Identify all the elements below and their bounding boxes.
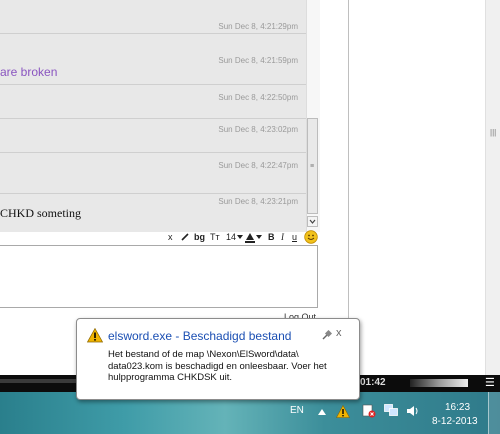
window-scrollbar[interactable]: ||| (485, 0, 500, 380)
message-timestamp: Sun Dec 8, 4:22:50pm (218, 93, 298, 102)
playback-time: 01:42 (360, 377, 386, 388)
network-icon[interactable] (384, 404, 399, 418)
text-color-icon[interactable] (245, 232, 255, 243)
grip-icon: ≡ (310, 163, 315, 170)
pen-icon[interactable] (180, 232, 190, 242)
message-timestamp: Sun Dec 8, 4:21:59pm (218, 56, 298, 65)
chat-message: Sun Dec 8, 4:22:47pm (0, 153, 306, 194)
notification-title: elsword.exe - Beschadigd bestand (108, 329, 292, 343)
message-timestamp: Sun Dec 8, 4:23:02pm (218, 125, 298, 134)
italic-button[interactable]: I (281, 230, 284, 244)
warning-icon (87, 328, 103, 343)
message-text[interactable]: are broken (0, 65, 57, 79)
chat-message: Sun Dec 8, 4:21:59pm are broken (0, 34, 306, 85)
scroll-down-button[interactable] (307, 216, 318, 227)
message-text: CHKD someting (0, 206, 81, 220)
message-input[interactable] (0, 245, 318, 308)
volume-icon[interactable] (406, 404, 420, 418)
font-size-select[interactable]: 14 (226, 230, 236, 244)
warning-icon[interactable] (336, 405, 350, 418)
emoji-icon[interactable] (304, 230, 318, 244)
bold-button[interactable]: B (268, 230, 275, 244)
show-hidden-icons-icon[interactable] (318, 409, 326, 415)
message-timestamp: Sun Dec 8, 4:22:47pm (218, 161, 298, 170)
chat-pane: Sun Dec 8, 4:21:29pm Sun Dec 8, 4:21:59p… (0, 0, 320, 232)
background-color-button[interactable]: bg (194, 230, 205, 244)
grip-icon: ||| (490, 128, 497, 137)
clock-time[interactable]: 16:23 (445, 402, 470, 413)
text-style-button[interactable]: Tт (210, 230, 220, 244)
message-timestamp: Sun Dec 8, 4:23:21pm (218, 197, 298, 206)
message-timestamp: Sun Dec 8, 4:21:29pm (218, 22, 298, 31)
caret-down-icon (237, 235, 243, 239)
chat-message: Sun Dec 8, 4:22:50pm (0, 85, 306, 119)
show-desktop-button[interactable] (488, 392, 500, 434)
chat-message: Sun Dec 8, 4:23:02pm (0, 119, 306, 153)
side-panel (348, 0, 486, 380)
action-center-icon[interactable] (362, 404, 376, 418)
chat-scrollbar-thumb[interactable]: ≡ (307, 118, 318, 214)
chat-message: Sun Dec 8, 4:21:29pm (0, 0, 306, 34)
menu-icon[interactable]: ☰ (485, 376, 495, 389)
volume-slider[interactable] (410, 379, 468, 387)
notification-balloon[interactable]: elsword.exe - Beschadigd bestand x Het b… (76, 318, 360, 400)
chevron-down-icon (309, 219, 316, 224)
format-toolbar: x bg Tт 14 B I u (0, 230, 320, 244)
pin-icon[interactable] (321, 330, 332, 341)
clock-date[interactable]: 8-12-2013 (432, 416, 478, 427)
close-button[interactable]: x (336, 327, 342, 339)
underline-button[interactable]: u (292, 230, 297, 244)
notification-body: Het bestand of de map \Nexon\ElSword\dat… (108, 349, 327, 383)
caret-down-icon (256, 235, 262, 239)
language-indicator[interactable]: EN (290, 405, 304, 416)
clear-format-button[interactable]: x (168, 230, 173, 244)
chat-message: Sun Dec 8, 4:23:21pm CHKD someting (0, 194, 306, 232)
